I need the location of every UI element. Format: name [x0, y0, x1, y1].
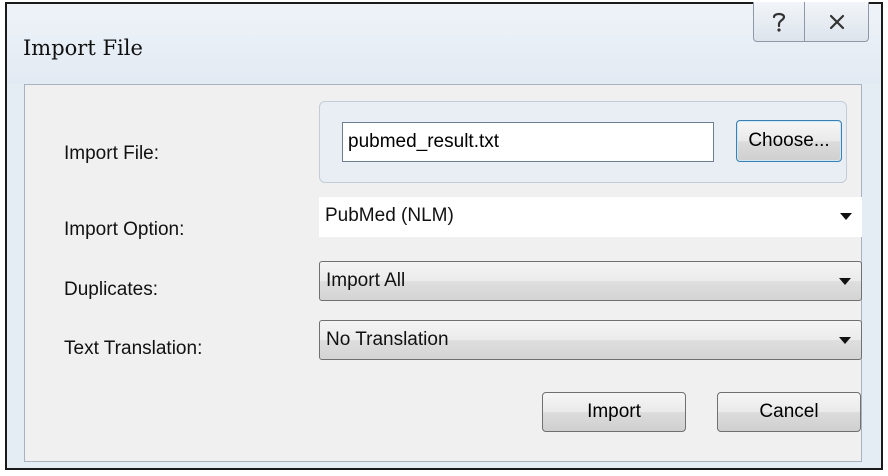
import-option-select[interactable]: PubMed (NLM) — [319, 197, 862, 237]
duplicates-select[interactable]: Import All — [319, 261, 862, 301]
chevron-down-icon — [839, 337, 851, 344]
title-bar[interactable]: Import File — [7, 2, 881, 84]
chevron-down-icon — [839, 278, 851, 285]
text-translation-value: No Translation — [326, 329, 449, 350]
import-button[interactable]: Import — [542, 392, 686, 432]
help-icon — [772, 12, 786, 32]
text-translation-label: Text Translation: — [64, 338, 203, 359]
cancel-button[interactable]: Cancel — [717, 392, 861, 432]
chevron-down-icon — [840, 213, 852, 220]
duplicates-label: Duplicates: — [64, 279, 158, 300]
dialog-body: Import File: Choose... Import Option: Pu… — [24, 84, 862, 462]
import-file-input[interactable] — [342, 122, 714, 162]
choose-button[interactable]: Choose... — [736, 120, 842, 162]
dialog-title: Import File — [23, 36, 143, 60]
duplicates-value: Import All — [326, 270, 406, 291]
import-option-label: Import Option: — [64, 219, 185, 240]
close-button[interactable] — [805, 2, 869, 42]
import-file-dialog: Import File Import File: Choose... Impor… — [5, 2, 883, 470]
text-translation-select[interactable]: No Translation — [319, 320, 862, 360]
caption-buttons — [753, 2, 869, 42]
import-file-label: Import File: — [64, 143, 160, 164]
help-button[interactable] — [753, 2, 805, 42]
close-icon — [829, 14, 844, 29]
import-option-value: PubMed (NLM) — [325, 205, 454, 226]
import-file-group: Choose... — [319, 101, 847, 183]
